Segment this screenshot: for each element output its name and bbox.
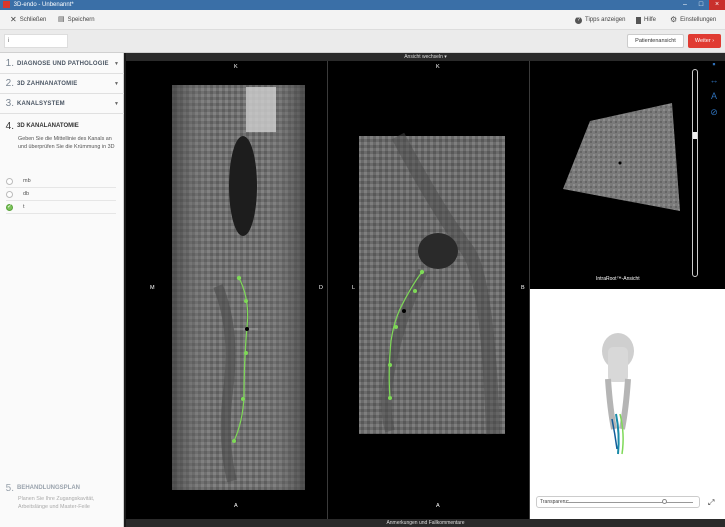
settings-button[interactable]: ⚙ Einstellungen [670,10,716,30]
transparency-slider[interactable] [567,502,693,503]
orientation-left: L [352,285,356,291]
comment-icon[interactable]: ▪ [708,58,720,70]
annotations-bar[interactable]: Anmerkungen und Fallkommentare [126,519,725,527]
radio-button-checked[interactable] [6,203,13,211]
viewer-tools: ▪ ↔ A ⊘ [708,58,722,118]
3d-model-pane[interactable]: Transparenz: ⤢ [530,289,725,519]
step-description: Planen Sie Ihre Zugangskavität, Arbeitsl… [18,496,95,510]
step-number: 5. [5,482,14,494]
step-number: 1. [5,58,14,69]
intraroot-pane[interactable]: IntraRoot™-Ansicht [530,61,725,289]
save-button[interactable]: ▤ Speichern [58,10,95,30]
step-description: Geben Sie die Mittellinie des Kanals an … [18,136,115,150]
chevron-right-icon: › [712,38,715,44]
ruler-icon[interactable]: ↔ [708,74,720,86]
window-close-button[interactable]: × [709,0,725,10]
orientation-bottom: A [234,503,238,509]
slice-scrollbar[interactable] [692,69,698,277]
gear-icon: ⚙ [670,15,678,24]
scrollbar-thumb[interactable] [693,132,697,139]
view-switch-label: Ansicht wechseln [404,54,443,60]
canal-label: mb [23,178,31,184]
settings-label: Einstellungen [680,17,717,23]
orientation-right: B [521,285,525,291]
canal-option-db[interactable]: db [6,188,116,201]
help-label: Hilfe [644,17,657,23]
chevron-down-icon: ▼ [114,60,119,67]
save-label: Speichern [67,17,95,23]
close-icon: ✕ [10,15,17,24]
orientation-bottom: A [436,503,440,509]
ct-slice-mesiodistal[interactable] [126,61,327,519]
book-icon [636,16,641,24]
step-label: DIAGNOSE UND PATHOLOGIE [17,60,109,67]
minimize-button[interactable]: – [677,0,693,10]
step-label: BEHANDLUNGSPLAN [17,485,80,491]
step-number: 3. [5,98,14,109]
expand-icon[interactable]: ⤢ [708,498,718,508]
title-bar: 3D-endo - Unbenannt* – □ × [0,0,725,10]
chevron-down-icon: ▼ [114,100,119,107]
tips-button[interactable]: ? Tipps anzeigen [575,10,625,30]
step-kanalsystem[interactable]: 3. KANALSYSTEM ▼ [0,94,124,114]
step-number: 2. [5,78,14,89]
coronal-pane[interactable]: K A L B [328,61,529,519]
chevron-down-icon: ▾ [444,54,447,60]
step-label: 3D ZAHNANATOMIE [17,80,78,87]
step-kanalanatomie: 4. 3D KANALANATOMIE Geben Sie die Mittel… [0,119,124,151]
chevron-down-icon: ▼ [114,80,119,87]
sagittal-pane[interactable]: K A M D [126,61,327,519]
intraroot-label: IntraRoot™-Ansicht [596,276,640,282]
view-switch-button[interactable]: Ansicht wechseln ▾ [126,53,725,61]
tips-label: Tipps anzeigen [585,17,626,23]
next-label: Weiter [694,38,711,44]
close-label: Schließen [19,17,47,23]
close-button[interactable]: ✕ Schließen [10,10,46,30]
step-behandlungsplan[interactable]: 5. BEHANDLUNGSPLAN Planen Sie Ihre Zugan… [0,481,124,511]
maximize-button[interactable]: □ [693,0,709,10]
radio-button[interactable] [6,177,13,185]
help-button[interactable]: Hilfe [636,10,656,30]
orientation-top: K [436,64,440,70]
step-diagnose[interactable]: 1. DIAGNOSE UND PATHOLOGIE ▼ [0,54,124,74]
tooth-3d-model[interactable] [530,289,725,489]
search-input[interactable]: i [4,34,68,48]
step-label: KANALSYSTEM [17,100,65,107]
step-label: 3D KANALANATOMIE [17,123,79,129]
orientation-right: D [319,285,323,291]
compass-icon[interactable]: ⊘ [708,106,720,118]
annotations-label: Anmerkungen und Fallkommentare [386,520,465,526]
text-icon[interactable]: A [708,90,720,102]
canal-option-mb[interactable]: mb [6,175,116,188]
next-button[interactable]: Weiter › [688,34,721,48]
transparency-control: Transparenz: [536,496,700,508]
app-logo [3,0,10,8]
help-circle-icon: ? [575,16,582,24]
radio-button[interactable] [6,190,13,198]
step-number: 4. [5,120,14,132]
workflow-sidebar: 1. DIAGNOSE UND PATHOLOGIE ▼ 2. 3D ZAHNA… [0,53,124,527]
canal-label: db [23,191,30,197]
orientation-top: K [234,64,238,70]
orientation-left: M [150,285,155,291]
transparency-slider-handle[interactable] [662,499,668,504]
patient-view-button[interactable]: Patientenansicht [627,34,684,48]
step-zahnanatomie[interactable]: 2. 3D ZAHNANATOMIE ▼ [0,74,124,94]
window-controls: – □ × [677,0,725,10]
toolbar: i Patientenansicht Weiter › [0,30,725,53]
ct-slice-buccolingual[interactable] [328,61,529,519]
menu-bar: ✕ Schließen ▤ Speichern ? Tipps anzeigen… [0,10,725,30]
save-icon: ▤ [58,16,65,23]
image-viewer: Ansicht wechseln ▾ K A M D K A L B Intra… [126,53,725,527]
canal-option-t[interactable]: t [6,201,116,214]
canal-label: t [23,204,25,210]
window-title: 3D-endo - Unbenannt* [13,2,74,8]
transparency-label: Transparenz: [540,499,570,505]
